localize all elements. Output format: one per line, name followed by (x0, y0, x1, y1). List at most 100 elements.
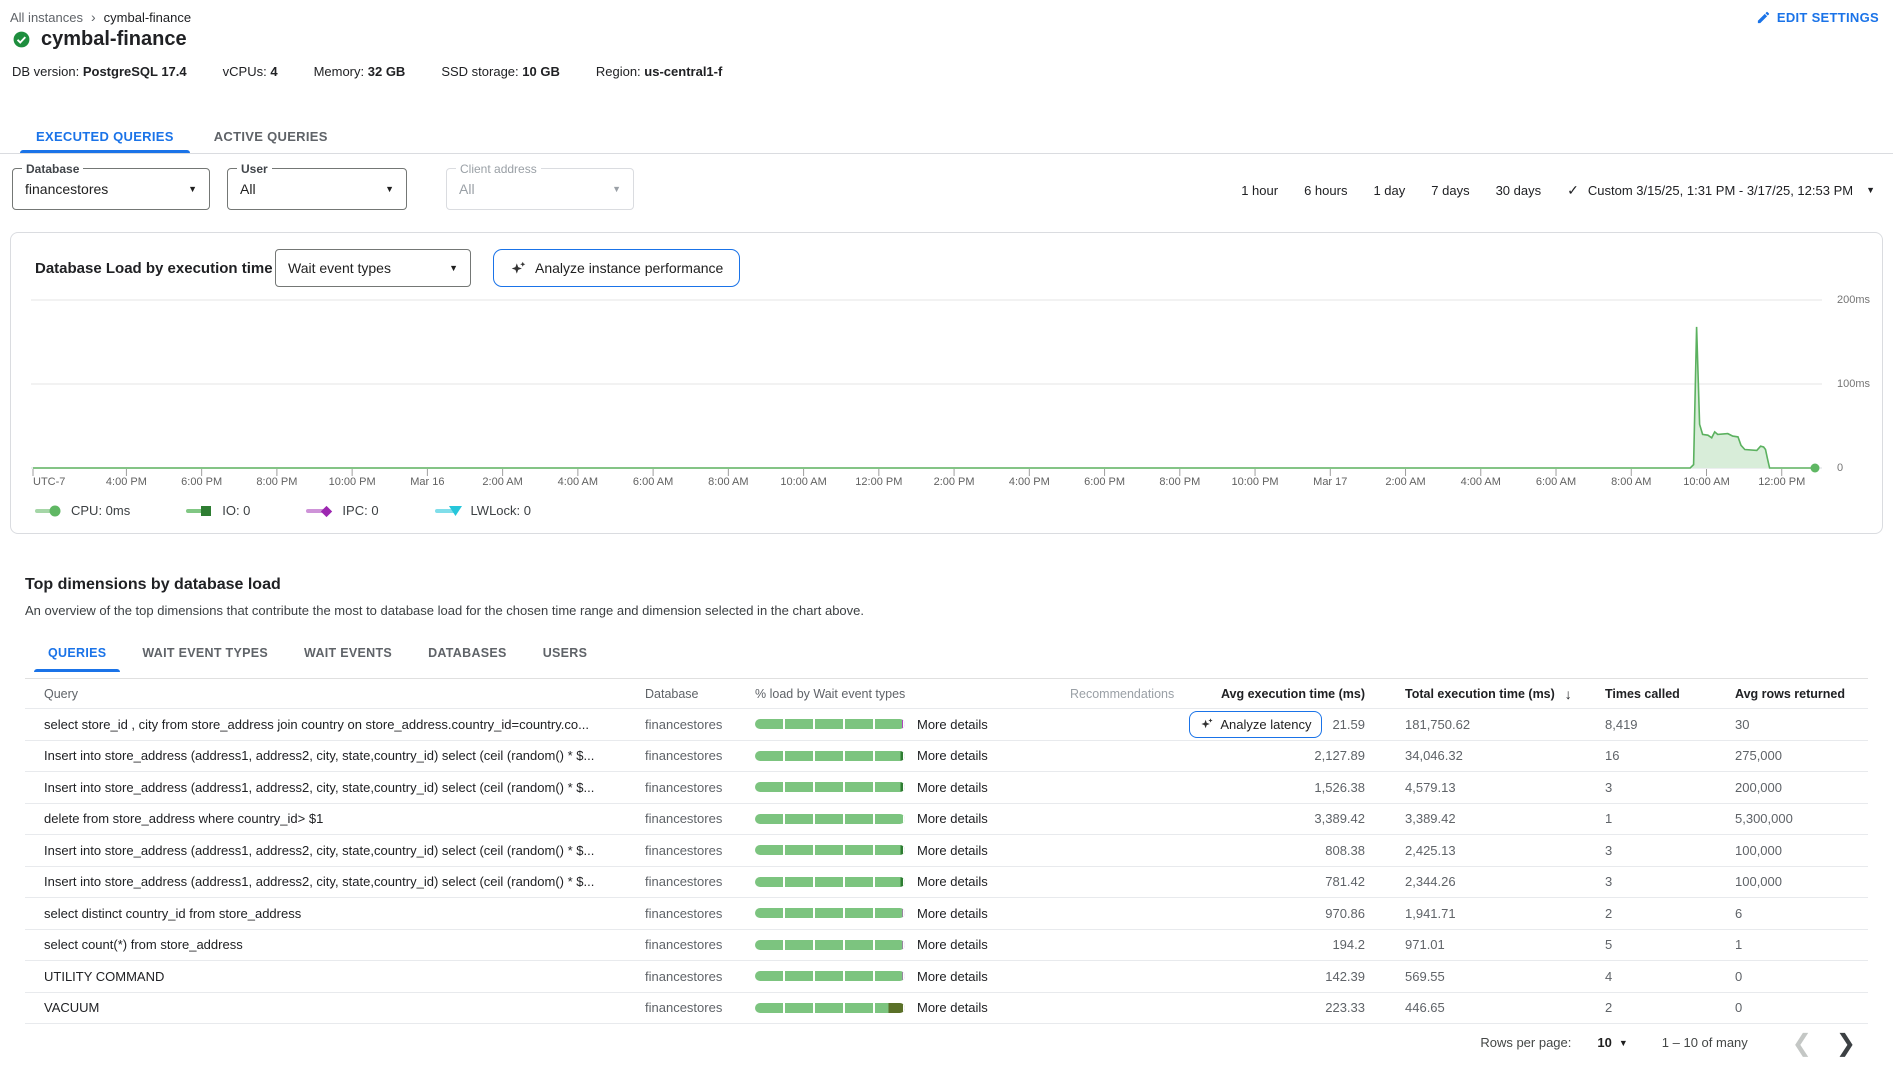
time-preset-1-hour[interactable]: 1 hour (1241, 183, 1278, 198)
query-text[interactable]: select count(*) from store_address (25, 937, 645, 952)
more-details-link[interactable]: More details (917, 780, 988, 795)
table-row[interactable]: select count(*) from store_addressfinanc… (25, 930, 1868, 962)
page-range-text: 1 – 10 of many (1662, 1035, 1748, 1050)
query-text[interactable]: Insert into store_address (address1, add… (25, 748, 645, 763)
column-header-total[interactable]: Total execution time (ms)↓ (1365, 686, 1595, 702)
table-row[interactable]: select store_id , city from store_addres… (25, 709, 1868, 741)
total-execution-time-cell: 1,941.71 (1365, 906, 1595, 921)
total-execution-time-cell: 3,389.42 (1365, 811, 1595, 826)
column-header-avg[interactable]: Avg execution time (ms) (1165, 687, 1365, 701)
time-preset-30-days[interactable]: 30 days (1496, 183, 1542, 198)
table-row[interactable]: Insert into store_address (address1, add… (25, 867, 1868, 899)
query-tabs: EXECUTED QUERIESACTIVE QUERIES (0, 119, 1893, 154)
more-details-link[interactable]: More details (917, 1000, 988, 1015)
rows-per-page-select[interactable]: 10 ▼ (1597, 1035, 1627, 1050)
dimension-tab-queries[interactable]: QUERIES (30, 636, 124, 670)
table-row[interactable]: UTILITY COMMANDfinancestoresMore details… (25, 961, 1868, 993)
load-bar (755, 940, 905, 950)
total-execution-time-cell: 971.01 (1365, 937, 1595, 952)
query-text[interactable]: Insert into store_address (address1, add… (25, 843, 645, 858)
avg-execution-time-cell: 194.2 (1165, 937, 1365, 952)
more-details-link[interactable]: More details (917, 717, 988, 732)
next-page-button[interactable]: ❯ (1824, 1031, 1868, 1055)
legend-item-io: IO: 0 (186, 503, 250, 518)
query-text[interactable]: Insert into store_address (address1, add… (25, 780, 645, 795)
meta-item: Region: us-central1-f (596, 64, 722, 79)
y-axis-label: 0 (1837, 462, 1883, 474)
column-header-rows[interactable]: Avg rows returned (1725, 687, 1868, 701)
times-called-cell: 4 (1595, 969, 1725, 984)
more-details-link[interactable]: More details (917, 906, 988, 921)
page-title: cymbal-finance (41, 28, 187, 51)
x-axis-label: 6:00 PM (1065, 476, 1145, 488)
load-bar (755, 751, 905, 761)
total-execution-time-cell: 2,425.13 (1365, 843, 1595, 858)
table-row[interactable]: Insert into store_address (address1, add… (25, 741, 1868, 773)
avg-rows-returned-cell: 100,000 (1725, 874, 1868, 889)
load-bar (755, 845, 905, 855)
more-details-link[interactable]: More details (917, 843, 988, 858)
avg-rows-returned-cell: 275,000 (1725, 748, 1868, 763)
time-preset-1-day[interactable]: 1 day (1373, 183, 1405, 198)
x-axis-label: 6:00 AM (613, 476, 693, 488)
avg-execution-time-cell: 2,127.89 (1165, 748, 1365, 763)
query-text[interactable]: select distinct country_id from store_ad… (25, 906, 645, 921)
analyze-latency-button[interactable]: Analyze latency (1189, 711, 1322, 738)
avg-rows-returned-cell: 200,000 (1725, 780, 1868, 795)
more-details-link[interactable]: More details (917, 937, 988, 952)
tab-active-queries[interactable]: ACTIVE QUERIES (194, 119, 348, 153)
io-series-icon (186, 504, 213, 518)
query-text[interactable]: delete from store_address where country_… (25, 811, 645, 826)
times-called-cell: 2 (1595, 906, 1725, 921)
dimension-tab-wait-event-types[interactable]: WAIT EVENT TYPES (124, 636, 286, 670)
custom-time-range[interactable]: ✓Custom 3/15/25, 1:31 PM - 3/17/25, 12:5… (1567, 182, 1875, 199)
user-filter[interactable]: UserAll▼ (227, 168, 407, 210)
x-axis-label: Mar 17 (1290, 476, 1370, 488)
more-details-link[interactable]: More details (917, 748, 988, 763)
rows-per-page-label: Rows per page: (1480, 1035, 1571, 1050)
database-name: financestores (645, 1000, 755, 1015)
query-text[interactable]: Insert into store_address (address1, add… (25, 874, 645, 889)
x-axis-label: 6:00 AM (1516, 476, 1596, 488)
breadcrumb-all-instances[interactable]: All instances (10, 10, 83, 25)
more-details-link[interactable]: More details (917, 874, 988, 889)
dimension-tab-users[interactable]: USERS (525, 636, 606, 670)
dimension-tab-wait-events[interactable]: WAIT EVENTS (286, 636, 410, 670)
load-cell: More details (755, 843, 1070, 858)
dimension-select[interactable]: Wait event types ▼ (275, 249, 471, 287)
time-preset-7-days[interactable]: 7 days (1431, 183, 1469, 198)
breadcrumb: All instances › cymbal-finance (10, 9, 191, 25)
database-load-chart[interactable] (31, 283, 1822, 479)
top-dimensions-section: Top dimensions by database load An overv… (25, 576, 1868, 1061)
more-details-link[interactable]: More details (917, 811, 988, 826)
table-row[interactable]: delete from store_address where country_… (25, 804, 1868, 836)
table-row[interactable]: Insert into store_address (address1, add… (25, 772, 1868, 804)
database-filter[interactable]: Databasefinancestores▼ (12, 168, 210, 210)
table-row[interactable]: select distinct country_id from store_ad… (25, 898, 1868, 930)
time-range-presets: 1 hour 6 hours 1 day 7 days 30 days ✓Custom 3… (1241, 160, 1875, 220)
dimension-tab-databases[interactable]: DATABASES (410, 636, 525, 670)
column-header-times[interactable]: Times called (1595, 687, 1725, 701)
table-row[interactable]: Insert into store_address (address1, add… (25, 835, 1868, 867)
analyze-instance-performance-button[interactable]: Analyze instance performance (493, 249, 740, 287)
database-load-card: Database Load by execution time Wait eve… (10, 232, 1883, 534)
filters-row: 1 hour 6 hours 1 day 7 days 30 days ✓Custom 3… (0, 160, 1893, 220)
spark-icon (510, 260, 527, 277)
chevron-down-icon: ▼ (1619, 1038, 1628, 1048)
tab-executed-queries[interactable]: EXECUTED QUERIES (16, 119, 194, 153)
previous-page-button[interactable]: ❮ (1780, 1031, 1824, 1055)
time-preset-6-hours[interactable]: 6 hours (1304, 183, 1347, 198)
table-row[interactable]: VACUUMfinancestoresMore details223.33446… (25, 993, 1868, 1025)
top-dimensions-description: An overview of the top dimensions that c… (25, 603, 1868, 618)
times-called-cell: 3 (1595, 780, 1725, 795)
avg-execution-time-cell: Analyze latency21.59 (1165, 711, 1365, 738)
edit-settings-button[interactable]: EDIT SETTINGS (1756, 10, 1879, 25)
x-axis-label: 6:00 PM (162, 476, 242, 488)
table-header-row: QueryDatabase% load by Wait event typesR… (25, 679, 1868, 709)
query-text[interactable]: UTILITY COMMAND (25, 969, 645, 984)
meta-item: vCPUs: 4 (223, 64, 278, 79)
query-text[interactable]: select store_id , city from store_addres… (25, 717, 645, 732)
client-address-filter: Client addressAll▼ (446, 168, 634, 210)
query-text[interactable]: VACUUM (25, 1000, 645, 1015)
more-details-link[interactable]: More details (917, 969, 988, 984)
